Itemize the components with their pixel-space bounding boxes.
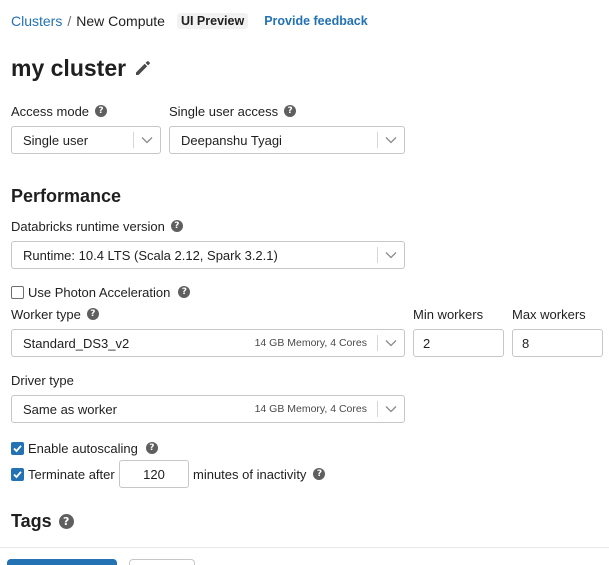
worker-type-label: Worker type [11,306,81,322]
new-compute-page: Clusters / New Compute UI Preview Provid… [0,0,609,565]
cancel-button[interactable] [129,559,195,565]
single-user-label-row: Single user access ? [169,103,297,119]
terminate-suffix-label: minutes of inactivity [193,466,307,482]
terminate-minutes-input[interactable] [119,460,189,488]
driver-type-label: Driver type [11,372,74,388]
access-mode-value: Single user [23,132,89,148]
chevron-down-icon [134,136,160,144]
question-circle-icon[interactable]: ? [170,220,183,232]
tags-title-text: Tags [11,510,52,531]
max-workers-label: Max workers [512,306,586,322]
breadcrumb-separator: / [67,13,72,29]
min-workers-input[interactable] [413,329,504,357]
terminate-checkbox[interactable] [11,468,24,481]
performance-section-title: Performance [11,185,121,207]
runtime-label-row: Databricks runtime version ? [11,218,183,234]
tags-section-title: Tags ? [11,510,74,532]
single-user-access-select[interactable]: Deepanshu Tyagi [169,126,405,154]
create-compute-button[interactable] [7,559,117,565]
breadcrumb: Clusters / New Compute UI Preview Provid… [11,12,368,30]
question-circle-icon[interactable]: ? [313,468,326,480]
access-mode-label: Access mode [11,103,90,119]
photon-checkbox[interactable] [11,286,24,299]
worker-type-label-row: Worker type ? [11,306,99,322]
checkmark-icon [13,471,22,479]
autoscaling-checkbox[interactable] [11,442,24,455]
photon-label[interactable]: Use Photon Acceleration [28,285,170,300]
checkmark-icon [13,445,22,453]
chevron-down-icon [378,136,404,144]
access-mode-select[interactable]: Single user [11,126,161,154]
provide-feedback-link[interactable]: Provide feedback [264,14,368,28]
pencil-icon[interactable] [134,59,152,77]
footer-divider [0,547,609,548]
min-workers-label: Min workers [413,306,484,322]
driver-type-select[interactable]: Same as worker 14 GB Memory, 4 Cores [11,395,405,423]
breadcrumb-clusters-link[interactable]: Clusters [11,13,62,29]
chevron-down-icon [378,405,404,413]
question-circle-icon[interactable]: ? [86,308,99,320]
max-workers-input[interactable] [512,329,603,357]
chevron-down-icon [378,339,404,347]
driver-type-value: Same as worker [23,401,117,417]
question-circle-icon[interactable]: ? [284,105,297,117]
title-row: my cluster [11,54,152,82]
worker-type-select[interactable]: Standard_DS3_v2 14 GB Memory, 4 Cores [11,329,405,357]
single-user-access-label: Single user access [169,103,279,119]
worker-type-specs: 14 GB Memory, 4 Cores [254,337,367,349]
runtime-version-select[interactable]: Runtime: 10.4 LTS (Scala 2.12, Spark 3.2… [11,241,405,269]
runtime-version-label: Databricks runtime version [11,218,165,234]
autoscaling-label-row: Enable autoscaling ? [28,440,158,456]
access-mode-label-row: Access mode ? [11,103,108,119]
question-circle-icon[interactable]: ? [58,513,74,529]
runtime-version-value: Runtime: 10.4 LTS (Scala 2.12, Spark 3.2… [23,247,278,263]
autoscaling-label[interactable]: Enable autoscaling [28,441,138,456]
chevron-down-icon [378,251,404,259]
breadcrumb-current: New Compute [76,13,165,29]
page-title: my cluster [11,54,127,81]
question-circle-icon[interactable]: ? [95,105,108,117]
terminate-after-label[interactable]: Terminate after [28,466,115,482]
performance-title-text: Performance [11,185,122,206]
driver-type-specs: 14 GB Memory, 4 Cores [254,403,367,415]
photon-label-row: Use Photon Acceleration ? [28,284,191,300]
question-circle-icon[interactable]: ? [145,442,158,454]
single-user-access-value: Deepanshu Tyagi [181,132,282,148]
terminate-suffix-row: minutes of inactivity ? [193,466,326,482]
worker-type-value: Standard_DS3_v2 [23,335,130,351]
question-circle-icon[interactable]: ? [178,286,191,298]
ui-preview-badge: UI Preview [176,13,249,29]
